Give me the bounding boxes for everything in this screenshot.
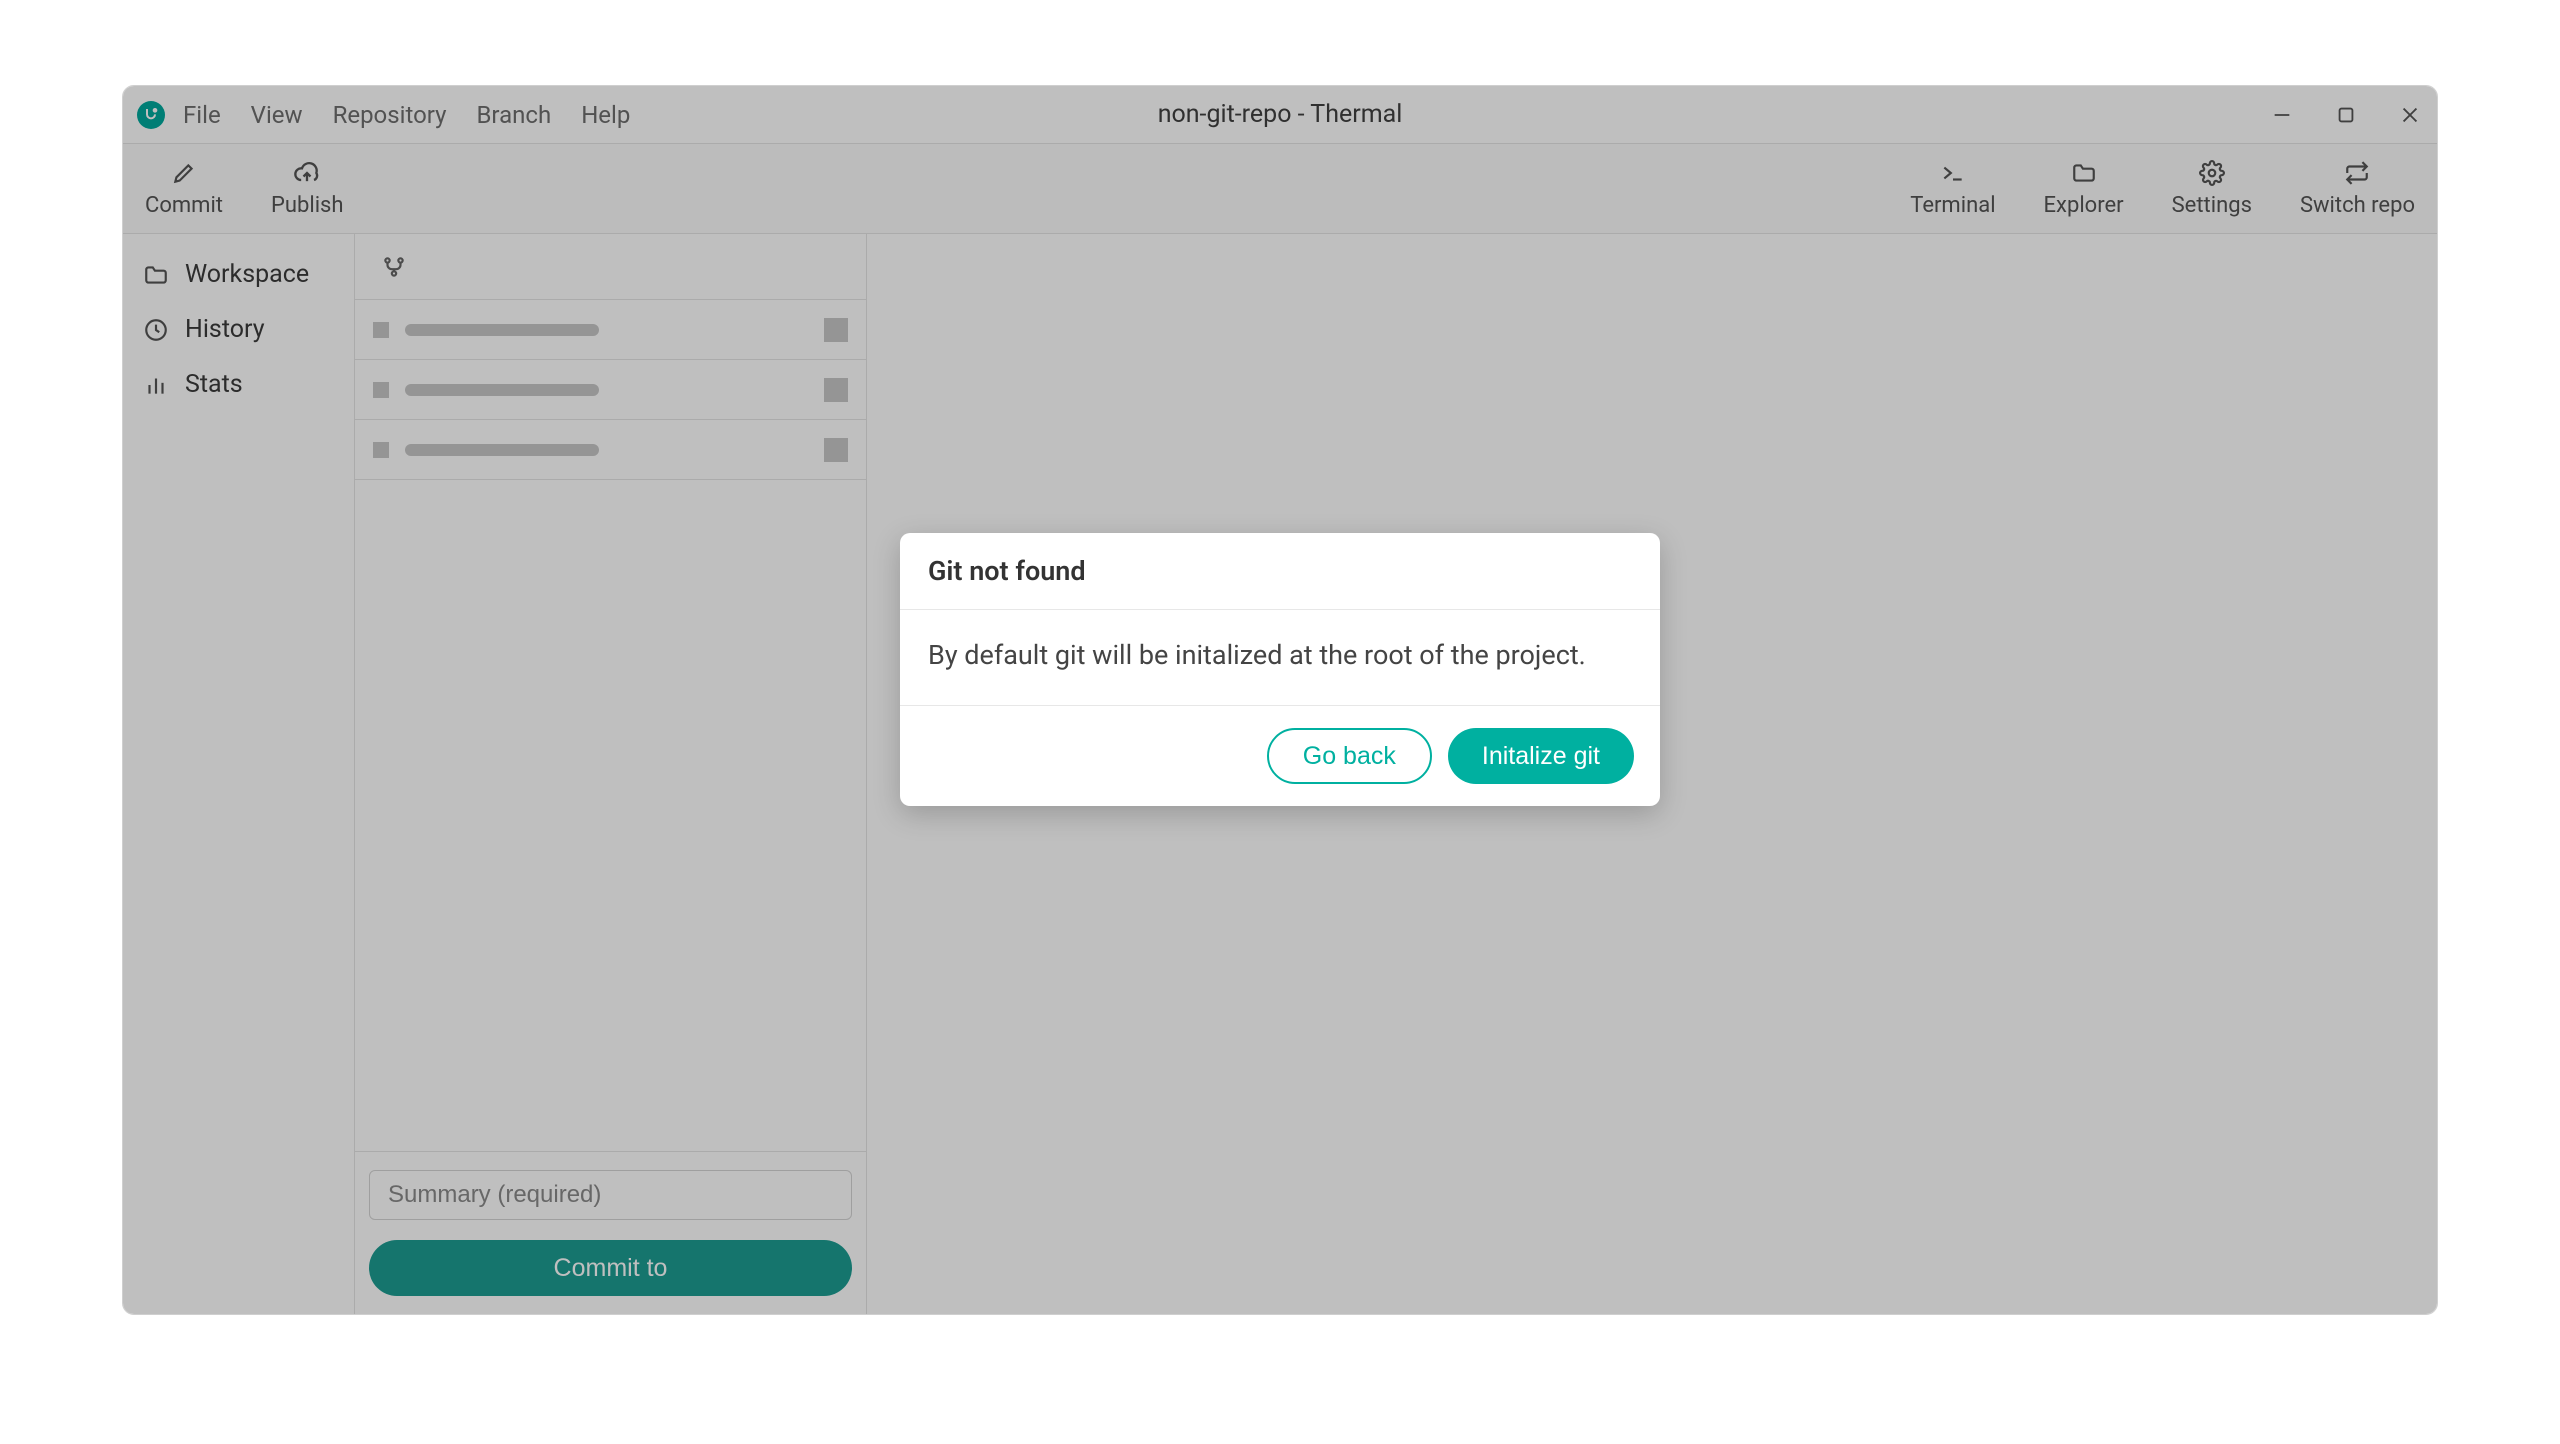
modal-dialog: Git not found By default git will be ini… [900,533,1660,806]
app-window: File View Repository Branch Help non-git… [122,85,2438,1315]
initialize-git-button[interactable]: Initalize git [1448,728,1634,784]
modal-overlay[interactable]: Git not found By default git will be ini… [123,86,2437,1314]
go-back-button[interactable]: Go back [1267,728,1432,784]
modal-title: Git not found [900,533,1660,610]
modal-footer: Go back Initalize git [900,706,1660,806]
modal-body-text: By default git will be initalized at the… [900,610,1660,706]
